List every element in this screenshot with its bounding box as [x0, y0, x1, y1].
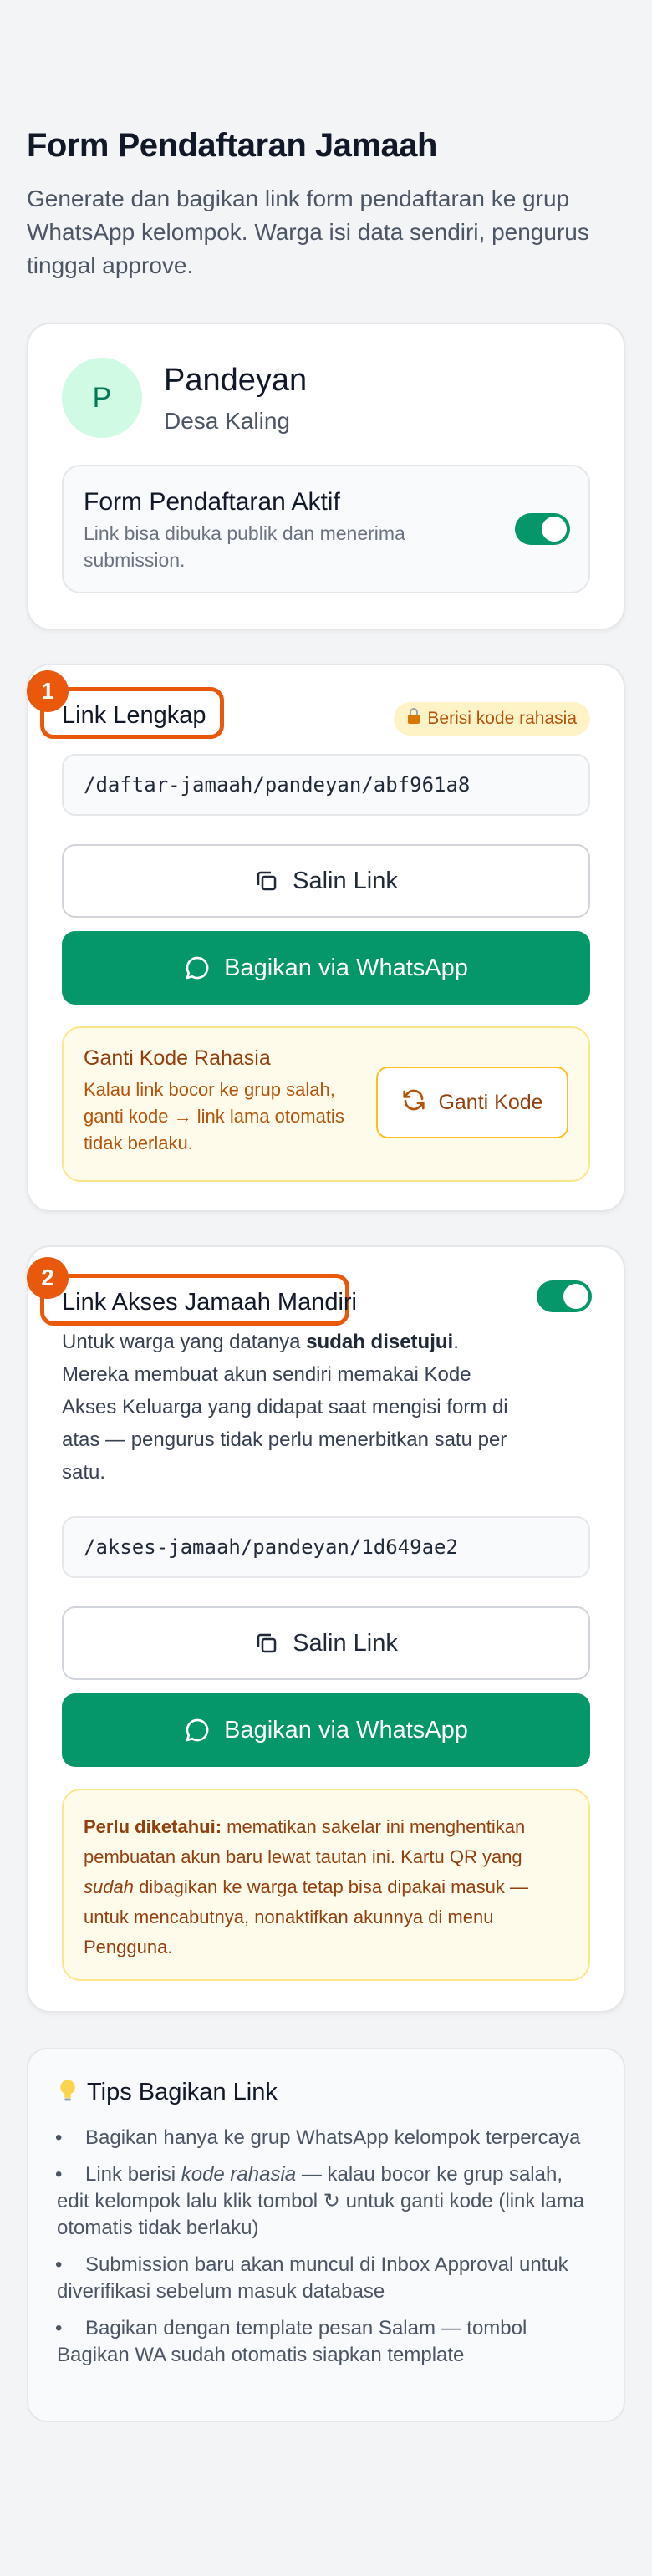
group-card: P Pandeyan Desa Kaling Form Pendaftaran … — [27, 323, 625, 630]
share-full-link-whatsapp-button[interactable]: Bagikan via WhatsApp — [62, 931, 590, 1005]
access-link-url[interactable]: /akses-jamaah/pandeyan/1d649ae2 — [62, 1516, 590, 1578]
tips-card: Tips Bagikan Link Bagikan hanya ke grup … — [27, 2048, 625, 2422]
copy-access-link-button[interactable]: Salin Link — [62, 1606, 590, 1680]
toggle-knob — [542, 517, 567, 542]
page-description: Generate dan bagikan link form pendaftar… — [27, 186, 589, 278]
copy-full-link-label: Salin Link — [293, 867, 398, 894]
page-title: Form Pendaftaran Jamaah — [27, 127, 437, 164]
access-note-text: Perlu diketahui: mematikan sakelar ini m… — [84, 1816, 528, 1957]
form-active-description: Link bisa dibuka publik dan menerima sub… — [84, 522, 405, 571]
refresh-icon — [401, 1087, 426, 1118]
group-subtitle: Desa Kaling — [164, 408, 290, 434]
lightbulb-icon — [57, 2078, 79, 2107]
tips-header: Tips Bagikan Link — [57, 2078, 278, 2107]
copy-access-link-label: Salin Link — [293, 1629, 398, 1657]
copy-full-link-button[interactable]: Salin Link — [62, 844, 590, 918]
tips-title: Tips Bagikan Link — [87, 2079, 278, 2105]
copy-icon — [254, 1631, 279, 1656]
rotate-code-button-label: Ganti Kode — [438, 1090, 543, 1114]
share-access-link-whatsapp-button[interactable]: Bagikan via WhatsApp — [62, 1693, 590, 1767]
tip-item: Link berisi kode rahasia — kalau bocor k… — [55, 2161, 592, 2242]
full-link-label: Link Lengkap — [62, 702, 206, 729]
rotate-code-title: Ganti Kode Rahasia — [84, 1046, 271, 1070]
whatsapp-icon — [184, 1717, 211, 1744]
form-active-title: Form Pendaftaran Aktif — [84, 488, 340, 516]
form-active-toggle[interactable] — [515, 513, 570, 545]
avatar: P — [62, 358, 142, 438]
lock-icon — [407, 708, 420, 730]
tip-item: Bagikan dengan template pesan Salam — to… — [55, 2315, 592, 2369]
copy-icon — [254, 868, 279, 893]
whatsapp-icon — [184, 955, 211, 981]
access-note-box: Perlu diketahui: mematikan sakelar ini m… — [62, 1789, 590, 1981]
toggle-knob — [563, 1284, 588, 1309]
form-active-setting: Form Pendaftaran Aktif Link bisa dibuka … — [62, 465, 590, 593]
tip-item: Submission baru akan muncul di Inbox App… — [55, 2252, 592, 2305]
secret-code-badge: Berisi kode rahasia — [394, 702, 590, 736]
rotate-code-button[interactable]: Ganti Kode — [376, 1067, 568, 1138]
access-link-label: Link Akses Jamaah Mandiri — [62, 1289, 357, 1316]
share-full-link-label: Bagikan via WhatsApp — [224, 954, 468, 981]
share-access-link-label: Bagikan via WhatsApp — [224, 1716, 468, 1744]
tip-item: Bagikan hanya ke grup WhatsApp kelompok … — [55, 2125, 592, 2151]
full-link-card: 1 Link Lengkap Berisi kode rahasia /daft… — [27, 664, 625, 1212]
rotate-code-box: Ganti Kode Rahasia Kalau link bocor ke g… — [62, 1026, 590, 1182]
group-name: Pandeyan — [164, 363, 308, 398]
tips-list: Bagikan hanya ke grup WhatsApp kelompok … — [55, 2125, 592, 2379]
rotate-code-description: Kalau link bocor ke grup salah, ganti ko… — [84, 1079, 344, 1153]
access-link-card: 2 Link Akses Jamaah Mandiri Untuk warga … — [27, 1245, 625, 2013]
access-link-description: Untuk warga yang datanya sudah disetujui… — [62, 1331, 508, 1484]
secret-code-badge-label: Berisi kode rahasia — [427, 709, 577, 728]
full-link-url[interactable]: /daftar-jamaah/pandeyan/abf961a8 — [62, 754, 590, 816]
access-link-toggle[interactable] — [537, 1280, 592, 1312]
